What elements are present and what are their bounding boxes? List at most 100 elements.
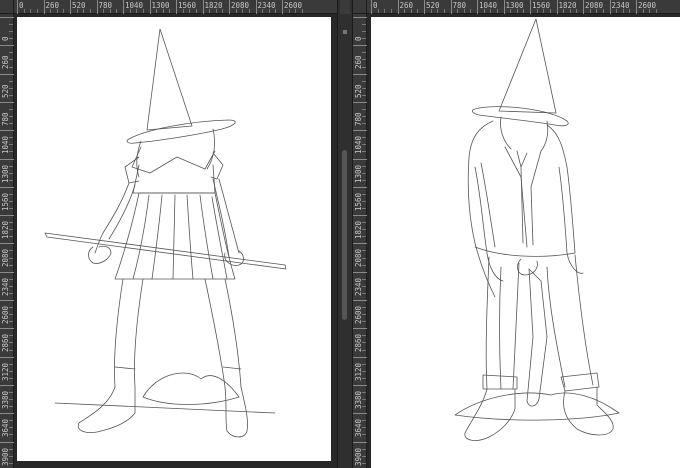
ruler-major-tick xyxy=(353,158,367,160)
ruler-minor-tick xyxy=(9,420,13,422)
ruler-minor-tick xyxy=(569,9,571,13)
ruler-minor-tick xyxy=(9,349,13,351)
ruler-minor-tick xyxy=(576,9,578,13)
ruler-minor-tick xyxy=(362,116,366,118)
ruler-origin-right[interactable] xyxy=(353,0,367,14)
ruler-minor-tick xyxy=(362,391,366,393)
ruler-major-tick xyxy=(282,0,283,14)
ruler-minor-tick xyxy=(649,9,651,13)
ruler-minor-tick xyxy=(9,257,13,259)
ruler-minor-tick xyxy=(490,9,492,13)
ruler-major-tick xyxy=(609,0,611,14)
ruler-major-tick xyxy=(371,0,372,14)
ruler-minor-tick xyxy=(362,87,366,89)
horizontal-ruler-label: 2600 xyxy=(284,1,303,10)
ruler-minor-tick xyxy=(362,342,366,344)
ruler-minor-tick xyxy=(496,9,498,13)
ruler-minor-tick xyxy=(9,80,13,82)
ruler-minor-tick xyxy=(9,123,13,125)
drag-handle-icon[interactable] xyxy=(343,30,347,34)
ruler-minor-tick xyxy=(629,9,631,13)
ruler-major-tick xyxy=(202,0,204,14)
vertical-ruler-right[interactable]: 0 260 520 780 1040 1300 1560 1820 2080 2340 2600 28… xyxy=(353,14,367,468)
ruler-minor-tick xyxy=(9,229,13,231)
ruler-minor-tick xyxy=(362,222,366,224)
ruler-major-tick xyxy=(255,0,257,14)
ruler-minor-tick xyxy=(103,9,105,13)
horizontal-ruler-right[interactable]: 0 260 520 780 1040 1300 1560 1820 2080 2340 2600 xyxy=(353,0,680,14)
ruler-major-tick xyxy=(0,300,14,301)
ruler-minor-tick xyxy=(136,9,138,13)
ruler-minor-tick xyxy=(362,38,366,40)
ruler-minor-tick xyxy=(116,9,118,13)
ruler-minor-tick xyxy=(463,9,465,13)
canvas-right[interactable] xyxy=(371,17,680,468)
ruler-minor-tick xyxy=(362,250,366,252)
ruler-major-tick xyxy=(96,0,98,14)
ruler-minor-tick xyxy=(362,434,366,436)
canvas-left[interactable] xyxy=(17,17,331,461)
ruler-minor-tick xyxy=(437,9,439,13)
ruler-minor-tick xyxy=(362,236,366,238)
ruler-minor-tick xyxy=(9,144,13,146)
ruler-major-tick xyxy=(0,413,14,415)
ruler-minor-tick xyxy=(89,9,91,13)
ruler-minor-tick xyxy=(362,52,366,54)
ruler-minor-tick xyxy=(516,9,518,13)
ruler-minor-tick xyxy=(362,257,366,259)
ruler-major-tick xyxy=(17,0,18,14)
ruler-minor-tick xyxy=(483,9,485,13)
ruler-minor-tick xyxy=(362,292,366,294)
ruler-minor-tick xyxy=(9,66,13,68)
horizontal-ruler-label: 2080 xyxy=(231,1,250,10)
ruler-minor-tick xyxy=(63,9,65,13)
ruler-major-tick xyxy=(353,17,367,18)
ruler-minor-tick xyxy=(362,278,366,280)
ruler-minor-tick xyxy=(9,342,13,344)
ruler-minor-tick xyxy=(362,455,366,457)
ruler-minor-tick xyxy=(9,335,13,337)
vertical-scrollbar-thumb[interactable] xyxy=(342,150,347,320)
ruler-minor-tick xyxy=(362,285,366,287)
pane-divider[interactable] xyxy=(337,0,353,468)
horizontal-ruler-label: 1820 xyxy=(558,1,577,10)
ruler-minor-tick xyxy=(9,406,13,408)
ruler-origin-left[interactable] xyxy=(0,0,14,14)
ruler-minor-tick xyxy=(242,9,244,13)
ruler-minor-tick xyxy=(362,165,366,167)
ruler-minor-tick xyxy=(443,9,445,13)
ruler-minor-tick xyxy=(362,208,366,210)
horizontal-ruler-label: 1300 xyxy=(151,1,170,10)
ruler-minor-tick xyxy=(622,9,624,13)
ruler-major-tick xyxy=(636,0,637,14)
ruler-minor-tick xyxy=(470,9,472,13)
ruler-minor-tick xyxy=(9,236,13,238)
ruler-minor-tick xyxy=(295,9,297,13)
ruler-minor-tick xyxy=(362,137,366,139)
ruler-minor-tick xyxy=(9,307,13,309)
ruler-minor-tick xyxy=(182,9,184,13)
ruler-minor-tick xyxy=(417,9,419,13)
ruler-minor-tick xyxy=(362,24,366,26)
ruler-minor-tick xyxy=(430,9,432,13)
ruler-major-tick xyxy=(353,215,367,217)
ruler-minor-tick xyxy=(9,165,13,167)
ruler-minor-tick xyxy=(362,59,366,61)
ruler-minor-tick xyxy=(209,9,211,13)
ruler-minor-tick xyxy=(109,9,111,13)
ruler-minor-tick xyxy=(9,314,13,316)
ruler-major-tick xyxy=(530,0,531,14)
vertical-ruler-left[interactable]: 0 260 520 780 1040 1300 1560 1820 2080 2340 2600 28… xyxy=(0,14,14,468)
horizontal-ruler-left[interactable]: 0 260 520 780 1040 1300 1560 1820 2080 2340 2600 xyxy=(0,0,337,14)
ruler-minor-tick xyxy=(362,66,366,68)
ruler-minor-tick xyxy=(362,314,366,316)
ruler-major-tick xyxy=(353,271,367,273)
ruler-minor-tick xyxy=(602,9,604,13)
ruler-minor-tick xyxy=(268,9,270,13)
document-pane-right[interactable]: 0 260 520 780 1040 1300 1560 1820 2080 2340 2600 0… xyxy=(353,0,680,468)
ruler-major-tick xyxy=(353,441,367,443)
ruler-minor-tick xyxy=(9,363,13,365)
document-pane-left[interactable]: 0 260 520 780 1040 1300 1560 1820 2080 2340 2600 0… xyxy=(0,0,337,468)
ruler-minor-tick xyxy=(362,321,366,323)
ruler-minor-tick xyxy=(523,9,525,13)
